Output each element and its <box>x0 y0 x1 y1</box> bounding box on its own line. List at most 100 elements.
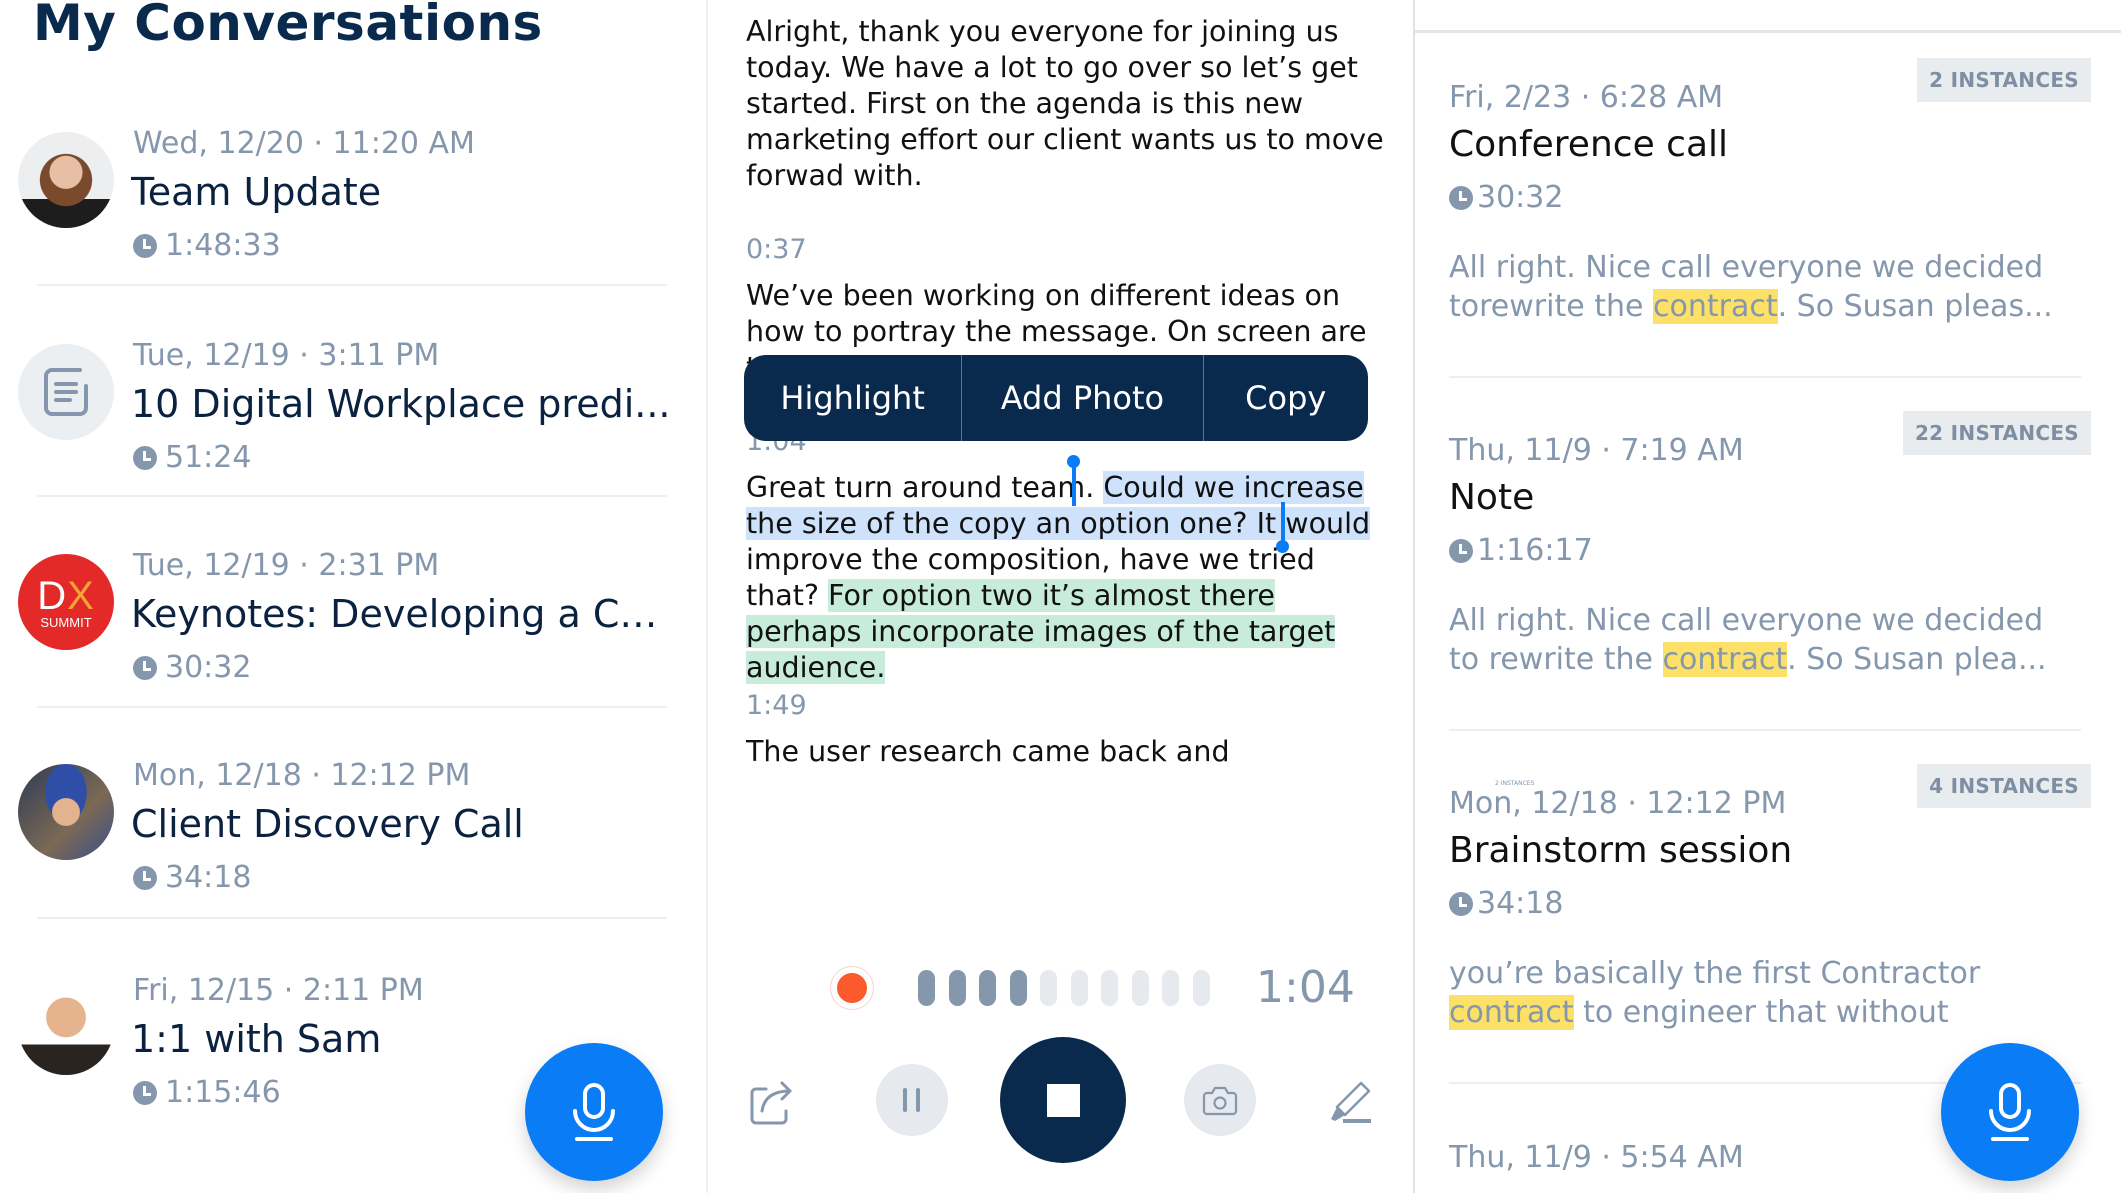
divider <box>37 917 667 919</box>
duration-value: 30:32 <box>1477 180 1564 215</box>
avatar <box>18 132 114 228</box>
clock-icon <box>133 655 157 680</box>
transcript-paragraph[interactable]: Alright, thank you everyone for joining … <box>746 14 1386 194</box>
logo-accent: X <box>67 573 95 618</box>
snippet-text: . So Susan plea... <box>1787 642 2047 677</box>
conversation-title: Client Discovery Call <box>131 802 524 846</box>
selection-start-handle-knob[interactable] <box>1067 455 1080 468</box>
highlight-button[interactable]: Highlight <box>744 355 963 441</box>
microphone-icon <box>573 1083 615 1141</box>
conversations-panel: My Conversations Wed, 12/20 · 11:20 AM T… <box>0 0 706 1193</box>
logo-text: D <box>37 573 68 618</box>
conversation-duration: 1:48:33 <box>133 228 281 263</box>
clock-icon <box>133 1080 157 1105</box>
divider <box>37 706 667 708</box>
conversation-item[interactable]: DX SUMMIT Tue, 12/19 · 2:31 PM Keynotes:… <box>0 540 706 751</box>
level-bar <box>948 970 966 1006</box>
camera-button[interactable] <box>1184 1064 1256 1136</box>
level-bar <box>979 970 996 1006</box>
clock-icon <box>1449 185 1473 210</box>
transcript-panel: Alright, thank you everyone for joining … <box>706 0 1413 1193</box>
text-context-menu: Highlight Add Photo Copy <box>744 355 1368 441</box>
timestamp[interactable]: 0:37 <box>746 234 807 265</box>
instances-badge: 22 INSTANCES <box>1902 411 2091 455</box>
result-date: Fri, 2/23 · 6:28 AM <box>1449 80 1724 115</box>
document-icon <box>18 344 114 440</box>
duration-value: 34:18 <box>165 860 252 895</box>
plain-text: Great turn around team. <box>746 471 1095 504</box>
pause-icon <box>903 1088 920 1112</box>
record-button[interactable] <box>1941 1043 2079 1181</box>
divider <box>1449 376 2081 378</box>
stop-button[interactable] <box>1000 1037 1126 1163</box>
selection-start-handle[interactable] <box>1072 464 1076 506</box>
conversation-title: 1:1 with Sam <box>131 1017 382 1061</box>
clock-icon <box>133 233 157 258</box>
level-bar <box>918 970 935 1006</box>
clock-icon <box>133 445 157 470</box>
conversation-date: Tue, 12/19 · 3:11 PM <box>133 338 440 373</box>
conversation-item[interactable]: Tue, 12/19 · 3:11 PM 10 Digital Workplac… <box>0 330 706 541</box>
microphone-icon <box>1989 1083 2031 1141</box>
selection-end-handle-knob[interactable] <box>1276 540 1289 553</box>
result-snippet: All right. Nice call everyone we decided… <box>1449 601 2069 679</box>
duration-value: 51:24 <box>165 440 252 475</box>
conversation-date: Fri, 12/15 · 2:11 PM <box>133 973 424 1008</box>
divider <box>1449 729 2081 731</box>
conversation-item[interactable]: Wed, 12/20 · 11:20 AM Team Update 1:48:3… <box>0 118 706 329</box>
level-bar <box>1192 970 1210 1006</box>
conversation-title: 10 Digital Workplace predi... <box>131 382 671 426</box>
level-bar <box>1009 970 1027 1006</box>
highlighter-icon <box>1331 1081 1371 1123</box>
keyword-highlight: contract <box>1652 289 1778 324</box>
instances-badge: 2 INSTANCES <box>1917 58 2091 102</box>
conversation-duration: 34:18 <box>133 860 251 895</box>
level-bar <box>1070 970 1088 1006</box>
pause-button[interactable] <box>876 1064 948 1136</box>
result-duration: 1:16:17 <box>1449 533 1593 568</box>
snippet-text: to engineer that without <box>1573 995 1949 1030</box>
duration-value: 34:18 <box>1477 886 1564 921</box>
level-bar <box>1101 970 1118 1006</box>
result-date: Thu, 11/9 · 5:54 AM <box>1449 1140 1744 1175</box>
add-photo-button[interactable]: Add Photo <box>962 355 1204 441</box>
camera-icon <box>1202 1086 1238 1116</box>
result-snippet: All right. Nice call everyone we decided… <box>1449 248 2069 326</box>
page-title: My Conversations <box>33 0 543 52</box>
copy-button[interactable]: Copy <box>1204 355 1368 441</box>
duration-value: 30:32 <box>165 650 252 685</box>
keyword-highlight: contract <box>1449 995 1574 1030</box>
result-title: Note <box>1449 477 1535 518</box>
result-date: Mon, 12/18 · 12:12 PM <box>1449 786 1787 821</box>
result-snippet: you’re basically the first Contractor co… <box>1449 954 2069 1032</box>
dx-summit-logo: DX SUMMIT <box>18 554 114 650</box>
recording-elapsed-time: 1:04 <box>1256 962 1355 1013</box>
recording-indicator <box>830 966 874 1010</box>
snippet-text: you’re basically the first Contractor <box>1449 956 1981 991</box>
level-bar <box>1162 970 1179 1006</box>
highlighter-button[interactable] <box>1320 1076 1376 1128</box>
result-title: Conference call <box>1449 124 1729 165</box>
timestamp[interactable]: 1:49 <box>746 690 807 721</box>
conversation-date: Wed, 12/20 · 11:20 AM <box>133 126 475 161</box>
result-duration: 30:32 <box>1449 180 1563 215</box>
share-icon <box>750 1081 792 1125</box>
selection-end-handle[interactable] <box>1281 502 1285 544</box>
instances-badge: 4 INSTANCES <box>1917 764 2091 808</box>
avatar <box>18 764 114 860</box>
share-button[interactable] <box>746 1076 798 1128</box>
conversation-duration: 30:32 <box>133 650 251 685</box>
level-bar <box>1131 970 1149 1006</box>
duration-value: 1:16:17 <box>1477 533 1593 568</box>
transcript-paragraph[interactable]: Great turn around team. Could we increas… <box>746 470 1386 686</box>
transcript-paragraph[interactable]: The user research came back and <box>746 734 1386 770</box>
record-button[interactable] <box>525 1043 663 1181</box>
conversation-title: Keynotes: Developing a Cu... <box>131 592 676 636</box>
result-title: Brainstorm session <box>1449 830 1793 871</box>
conversation-item[interactable]: Mon, 12/18 · 12:12 PM Client Discovery C… <box>0 750 706 961</box>
highlighted-text[interactable]: For option two it’s almost there perhaps… <box>746 579 1336 684</box>
clock-icon <box>1449 891 1473 916</box>
clock-icon <box>1449 538 1473 563</box>
conversation-date: Tue, 12/19 · 2:31 PM <box>133 548 440 583</box>
avatar <box>18 979 114 1075</box>
